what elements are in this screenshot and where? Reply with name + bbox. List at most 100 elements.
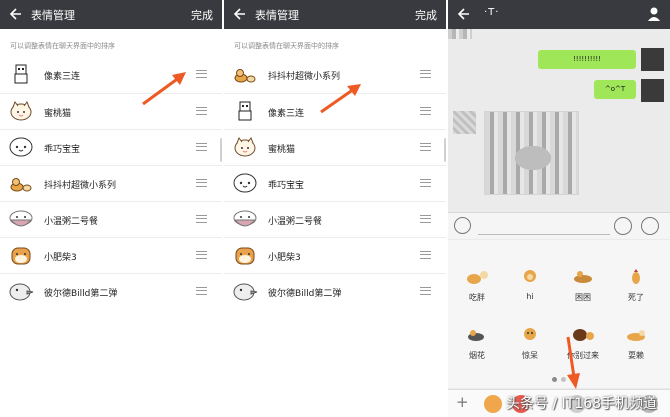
- sticker-label: 烟花: [469, 351, 485, 360]
- back-arrow-icon[interactable]: [9, 6, 23, 22]
- sticker-item[interactable]: 困困: [558, 258, 608, 308]
- drag-handle-icon[interactable]: [196, 251, 207, 259]
- drag-handle-icon[interactable]: [196, 215, 207, 223]
- drag-handle-icon[interactable]: [420, 287, 431, 295]
- list-item[interactable]: 乖巧宝宝: [0, 129, 222, 165]
- sticker-item[interactable]: 烟花: [452, 316, 502, 366]
- person-icon[interactable]: [647, 6, 661, 22]
- drag-handle-icon[interactable]: [196, 143, 207, 151]
- pixel-face-sticker-icon: [14, 64, 28, 84]
- shiba-sticker-icon: [11, 247, 31, 265]
- list-item[interactable]: 乖巧宝宝: [224, 165, 446, 201]
- drag-handle-icon[interactable]: [420, 179, 431, 187]
- list-item-name: 小温粥二号餐: [44, 217, 99, 227]
- drag-handle-icon[interactable]: [420, 215, 431, 223]
- sticker-item[interactable]: hi: [505, 258, 555, 308]
- bird-sticker-icon: [9, 283, 34, 301]
- back-arrow-icon[interactable]: [233, 6, 247, 22]
- list-item-name: 小肥柴3: [268, 253, 301, 263]
- sticker-manage-panel-before: 表情管理 完成 可以调整表情在聊天界面中的排序 像素三连 蜜桃猫 乖巧宝宝 抖抖…: [0, 0, 222, 417]
- voice-icon[interactable]: [454, 217, 471, 234]
- sticker-item[interactable]: 吃胖: [452, 258, 502, 308]
- list-item-name: 小温粥二号餐: [268, 217, 323, 227]
- back-arrow-icon[interactable]: [457, 6, 471, 22]
- page-dot[interactable]: [552, 377, 557, 382]
- done-button[interactable]: 完成: [191, 7, 213, 23]
- sticker-label: 困困: [575, 293, 591, 302]
- list-item[interactable]: 蜜桃猫: [224, 129, 446, 165]
- pixel-face-sticker-icon: [238, 101, 252, 121]
- dog-sticker-icon: [632, 269, 640, 284]
- title-bar: 表情管理 完成: [224, 0, 446, 29]
- sticker-manage-panel-after: 表情管理 完成 可以调整表情在聊天界面中的排序 抖抖村超微小系列 像素三连 蜜桃…: [224, 0, 446, 417]
- dog-sticker-icon: [627, 330, 645, 341]
- sticker-label: 吃胖: [469, 293, 485, 302]
- list-item[interactable]: 抖抖村超微小系列: [0, 165, 222, 201]
- dog-sticker-icon: [468, 330, 484, 341]
- drag-handle-icon[interactable]: [196, 107, 207, 115]
- sticker-tab[interactable]: [484, 395, 502, 413]
- tiny-dog-sticker-icon: [10, 178, 32, 192]
- chat-title-bar: ·T·: [448, 0, 670, 29]
- list-item[interactable]: 小肥柴3: [224, 237, 446, 273]
- tiny-dog-sticker-icon: [234, 69, 256, 83]
- plus-icon[interactable]: [641, 217, 659, 235]
- baby-sticker-icon: [9, 137, 33, 157]
- drag-handle-icon[interactable]: [420, 70, 431, 78]
- drag-handle-icon[interactable]: [196, 179, 207, 187]
- list-item[interactable]: 彼尔德Billd第二弹: [224, 273, 446, 309]
- avatar[interactable]: [641, 48, 664, 71]
- drag-handle-icon[interactable]: [420, 143, 431, 151]
- list-item-name: 像素三连: [268, 109, 305, 119]
- baby-sticker-icon: [233, 173, 257, 193]
- dog-sticker-icon: [574, 271, 592, 283]
- list-item[interactable]: 彼尔德Billd第二弹: [0, 273, 222, 309]
- sticker-item[interactable]: 死了: [611, 258, 661, 308]
- list-item[interactable]: 小肥柴3: [0, 237, 222, 273]
- avatar[interactable]: [453, 111, 476, 134]
- arrow-annotation: [142, 72, 186, 106]
- page-title: 表情管理: [255, 9, 299, 22]
- page-title: 表情管理: [31, 9, 75, 22]
- dog-sticker-icon: [467, 271, 488, 284]
- peach-cat-sticker-icon: [10, 100, 32, 121]
- sort-hint: 可以调整表情在聊天界面中的排序: [234, 42, 339, 50]
- done-button[interactable]: 完成: [415, 7, 437, 23]
- drag-handle-icon[interactable]: [420, 251, 431, 259]
- list-item-name: 彼尔德Billd第二弹: [268, 289, 342, 299]
- add-icon[interactable]: +: [456, 393, 469, 411]
- drag-handle-icon[interactable]: [420, 107, 431, 115]
- arrow-annotation: [320, 84, 361, 114]
- rice-bowl-sticker-icon: [233, 210, 257, 227]
- watermark: 头条号 / IT168手机频道: [506, 396, 658, 412]
- list-item-name: 蜜桃猫: [268, 145, 296, 155]
- chat-panel: ·T· !!!!!!!!!! ^o^T 吃胖 hi 困困 死了 烟花 惊呆 你别…: [448, 0, 670, 417]
- list-item[interactable]: 小温粥二号餐: [224, 201, 446, 237]
- title-bar: 表情管理 完成: [0, 0, 222, 29]
- message-bubble[interactable]: ^o^T: [594, 80, 636, 99]
- pixelated-hamster-image[interactable]: [484, 111, 579, 195]
- sticker-grid: 吃胖 hi 困困 死了 烟花 惊呆 你别过来 耍赖: [448, 240, 670, 388]
- list-item[interactable]: 小温粥二号餐: [0, 201, 222, 237]
- keyboard-icon[interactable]: [614, 217, 632, 235]
- drag-handle-icon[interactable]: [196, 287, 207, 295]
- message-bubble[interactable]: !!!!!!!!!!: [538, 50, 636, 69]
- drag-handle-icon[interactable]: [196, 70, 207, 78]
- shiba-sticker-icon: [235, 247, 255, 265]
- sticker-label: 死了: [628, 293, 644, 302]
- list-item-name: 乖巧宝宝: [44, 145, 81, 155]
- avatar[interactable]: [641, 79, 664, 102]
- dog-sticker-icon: [524, 270, 536, 282]
- peach-cat-sticker-icon: [234, 136, 256, 157]
- pixel-avatar-partial: [448, 29, 472, 39]
- sticker-label: hi: [526, 292, 534, 301]
- list-item-name: 抖抖村超微小系列: [44, 181, 117, 191]
- message-input[interactable]: [478, 217, 610, 235]
- sort-hint: 可以调整表情在聊天界面中的排序: [10, 42, 115, 50]
- sticker-item[interactable]: 耍赖: [611, 316, 661, 366]
- list-item-name: 蜜桃猫: [44, 109, 72, 119]
- dog-sticker-icon: [524, 328, 536, 340]
- sticker-item[interactable]: 惊呆: [505, 316, 555, 366]
- list-item-name: 乖巧宝宝: [268, 181, 305, 191]
- sticker-label: 耍赖: [628, 351, 644, 360]
